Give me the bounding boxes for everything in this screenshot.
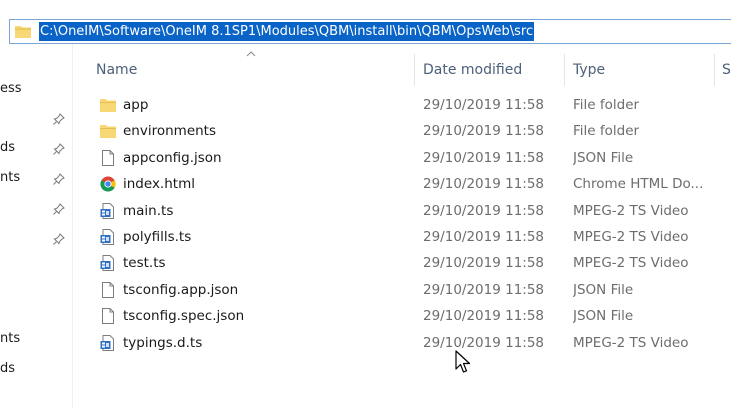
file-name[interactable]: main.ts bbox=[123, 198, 173, 224]
pin-icon[interactable] bbox=[53, 173, 65, 185]
file-name[interactable]: test.ts bbox=[123, 250, 166, 276]
file-type: MPEG-2 TS Video bbox=[573, 229, 689, 245]
column-header-name[interactable]: Name bbox=[96, 52, 406, 88]
file-name[interactable]: typings.d.ts bbox=[123, 330, 202, 356]
column-divider[interactable] bbox=[414, 54, 415, 86]
file-row[interactable]: environments 29/10/2019 11:58 File folder bbox=[74, 118, 731, 144]
pin-icon[interactable] bbox=[53, 233, 65, 245]
file-date-modified: 29/10/2019 11:58 bbox=[423, 255, 545, 272]
address-bar[interactable]: C:\OneIM\Software\OneIM 8.1SP1\Modules\Q… bbox=[9, 19, 731, 44]
file-date-modified: 29/10/2019 11:58 bbox=[423, 176, 545, 193]
file-type: File folder bbox=[573, 97, 640, 113]
file-type: MPEG-2 TS Video bbox=[573, 334, 689, 351]
file-type: Chrome HTML Do... bbox=[573, 176, 704, 193]
file-row[interactable]: typings.d.ts 29/10/2019 11:58 MPEG-2 TS Vi… bbox=[74, 330, 731, 356]
video-file-icon bbox=[100, 255, 114, 272]
file-row[interactable]: appconfig.json 29/10/2019 11:58 JSON File bbox=[74, 145, 731, 171]
file-name[interactable]: appconfig.json bbox=[123, 145, 222, 171]
file-name[interactable]: environments bbox=[123, 118, 216, 144]
file-row[interactable]: test.ts 29/10/2019 11:58 MPEG-2 TS Video bbox=[74, 250, 731, 276]
file-name[interactable]: index.html bbox=[123, 171, 195, 197]
file-name[interactable]: app bbox=[123, 92, 148, 118]
file-name[interactable]: polyfills.ts bbox=[123, 224, 191, 250]
nav-item-documents-2[interactable]: nts bbox=[0, 331, 30, 346]
file-name[interactable]: tsconfig.spec.json bbox=[123, 303, 244, 329]
file-row[interactable]: index.html 29/10/2019 11:58 Chrome HTML Do… bbox=[74, 171, 731, 197]
nav-item-documents[interactable]: nts bbox=[0, 170, 30, 185]
video-file-icon bbox=[100, 202, 114, 219]
file-name[interactable]: tsconfig.app.json bbox=[123, 277, 238, 303]
file-date-modified: 29/10/2019 11:58 bbox=[423, 123, 545, 140]
file-type: JSON File bbox=[573, 149, 634, 166]
file-icon bbox=[102, 149, 114, 166]
folder-icon bbox=[15, 26, 31, 38]
file-icon bbox=[102, 281, 114, 298]
file-date-modified: 29/10/2019 11:58 bbox=[423, 97, 545, 113]
file-row[interactable]: polyfills.ts 29/10/2019 11:58 MPEG-2 TS Vi… bbox=[74, 224, 731, 250]
navigation-pane: ess ds nts nts ds bbox=[0, 44, 73, 408]
pin-icon[interactable] bbox=[53, 203, 65, 215]
file-date-modified: 29/10/2019 11:58 bbox=[423, 281, 545, 298]
file-type: File folder bbox=[573, 123, 640, 140]
file-type: MPEG-2 TS Video bbox=[573, 202, 689, 219]
file-type: JSON File bbox=[573, 308, 634, 325]
nav-item-downloads[interactable]: ds bbox=[0, 140, 30, 155]
video-file-icon bbox=[100, 334, 114, 351]
file-date-modified: 29/10/2019 11:58 bbox=[423, 308, 545, 325]
nav-item-quick-access[interactable]: ess bbox=[0, 81, 30, 96]
pin-icon[interactable] bbox=[53, 113, 65, 125]
file-date-modified: 29/10/2019 11:58 bbox=[423, 334, 545, 351]
file-row[interactable]: main.ts 29/10/2019 11:58 MPEG-2 TS Video bbox=[74, 198, 731, 224]
column-header-row: Name Date modified Type S bbox=[74, 51, 731, 88]
folder-icon bbox=[100, 125, 116, 139]
file-row[interactable]: tsconfig.app.json 29/10/2019 11:58 JSON Fi… bbox=[74, 277, 731, 303]
file-type: JSON File bbox=[573, 281, 634, 298]
column-divider[interactable] bbox=[564, 54, 565, 86]
column-divider[interactable] bbox=[714, 54, 715, 86]
address-path[interactable]: C:\OneIM\Software\OneIM 8.1SP1\Modules\Q… bbox=[39, 22, 535, 41]
column-header-size[interactable]: S bbox=[722, 52, 731, 88]
pin-icon[interactable] bbox=[53, 143, 65, 155]
file-date-modified: 29/10/2019 11:58 bbox=[423, 149, 545, 166]
file-date-modified: 29/10/2019 11:58 bbox=[423, 202, 545, 219]
file-row[interactable]: app 29/10/2019 11:58 File folder bbox=[74, 92, 731, 118]
column-header-type[interactable]: Type bbox=[573, 52, 713, 88]
file-row[interactable]: tsconfig.spec.json 29/10/2019 11:58 JSON F… bbox=[74, 303, 731, 329]
file-date-modified: 29/10/2019 11:58 bbox=[423, 229, 545, 245]
mouse-cursor-icon bbox=[455, 350, 471, 373]
video-file-icon bbox=[100, 229, 114, 245]
file-icon bbox=[102, 308, 114, 325]
folder-icon bbox=[100, 99, 116, 112]
file-type: MPEG-2 TS Video bbox=[573, 255, 689, 272]
chrome-icon bbox=[100, 176, 116, 192]
nav-item-downloads-2[interactable]: ds bbox=[0, 361, 30, 376]
column-header-date-modified[interactable]: Date modified bbox=[423, 52, 563, 88]
